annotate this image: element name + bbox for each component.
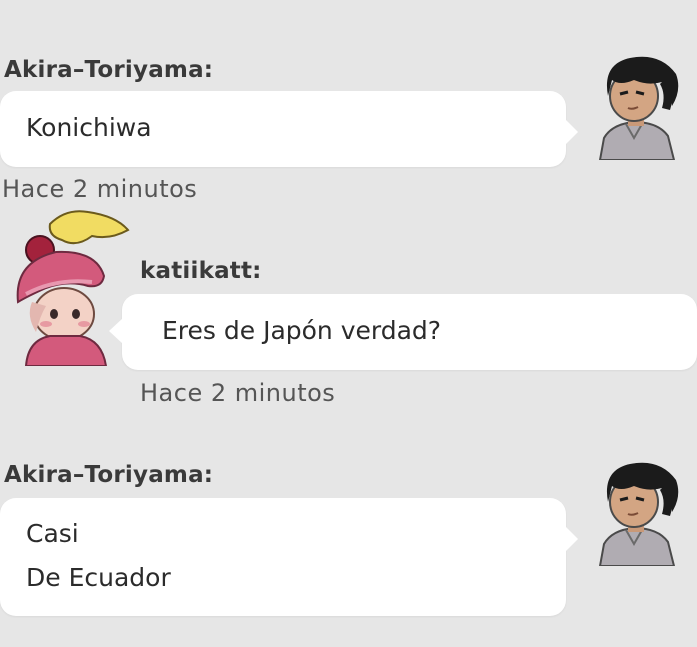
message-text: Eres de Japón verdad? [162, 316, 442, 345]
message-bubble[interactable]: Casi De Ecuador [0, 498, 578, 616]
message-timestamp: Hace 2 minutos [140, 379, 336, 407]
boy-avatar-icon[interactable] [590, 456, 686, 566]
message-sender: Akira–Toriyama: [4, 462, 214, 488]
message-text: Konichiwa [26, 113, 152, 142]
message-sender: katiikatt: [140, 258, 262, 284]
message-bubble[interactable]: Eres de Japón verdad? [109, 294, 697, 370]
boy-avatar-icon[interactable] [590, 50, 686, 160]
message-bubble[interactable]: Konichiwa [0, 91, 578, 167]
message-timestamp: Hace 2 minutos [2, 175, 198, 203]
message-sender: Akira–Toriyama: [4, 57, 214, 83]
message-text-line: De Ecuador [26, 563, 171, 592]
message-text-line: Casi [26, 519, 79, 548]
